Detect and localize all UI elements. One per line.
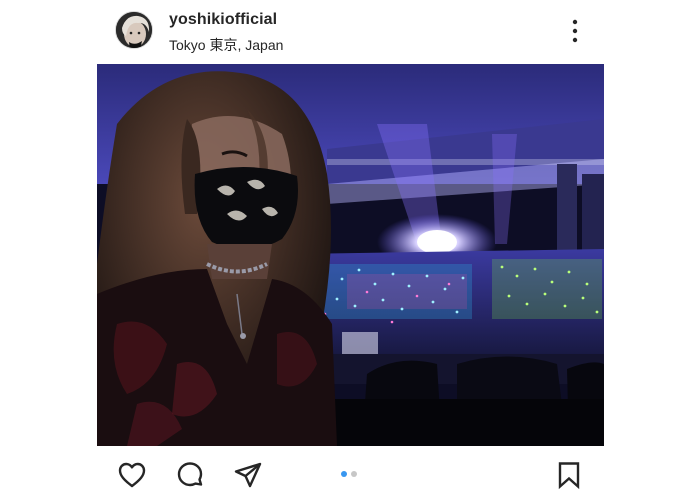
post-header: yoshikiofficial Tokyo 東京, Japan (97, 0, 604, 64)
location-tag[interactable]: Tokyo 東京, Japan (169, 35, 283, 55)
like-button[interactable] (117, 460, 147, 490)
save-button[interactable] (554, 460, 584, 490)
carousel-dot-active (341, 471, 347, 477)
avatar[interactable] (115, 11, 153, 49)
post-photo[interactable] (97, 64, 604, 446)
comment-button[interactable] (175, 460, 205, 490)
more-options-button[interactable] (563, 16, 587, 46)
instagram-post: yoshikiofficial Tokyo 東京, Japan (0, 0, 700, 500)
carousel-indicator (341, 471, 357, 479)
bookmark-icon (558, 462, 580, 490)
action-bar (97, 446, 604, 500)
share-button[interactable] (233, 460, 263, 490)
carousel-dot (351, 471, 357, 477)
more-vertical-icon (572, 19, 578, 43)
comment-bubble-icon (177, 462, 203, 487)
username[interactable]: yoshikiofficial (169, 11, 277, 29)
heart-icon (118, 462, 146, 488)
paper-plane-icon (234, 462, 262, 488)
